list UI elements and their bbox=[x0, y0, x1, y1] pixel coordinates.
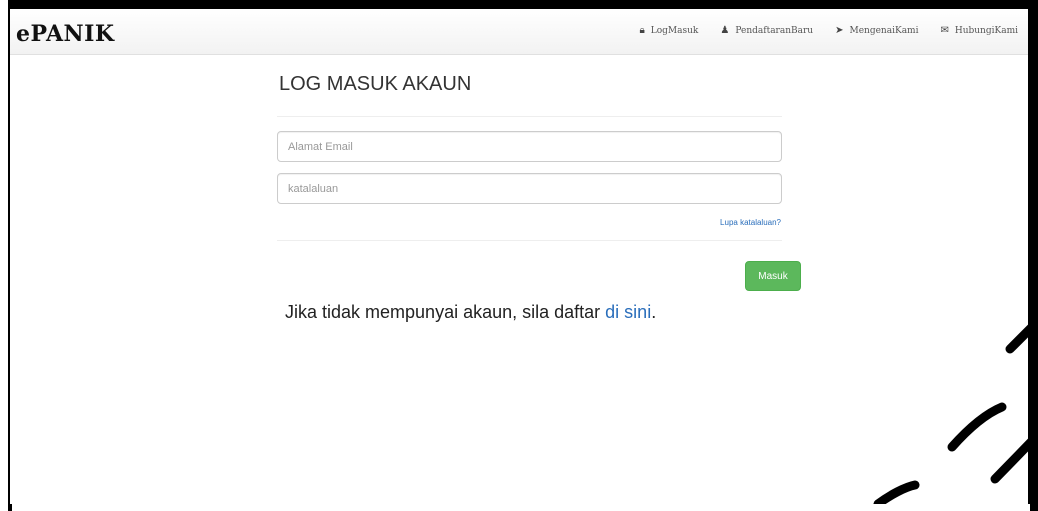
browser-viewport: ePANIK 🔒︎ LogMasuk ♟ PendaftaranBaru ➤ M… bbox=[8, 7, 1030, 504]
frame-border-right bbox=[1030, 0, 1038, 511]
watermark-strokes bbox=[873, 324, 1028, 504]
